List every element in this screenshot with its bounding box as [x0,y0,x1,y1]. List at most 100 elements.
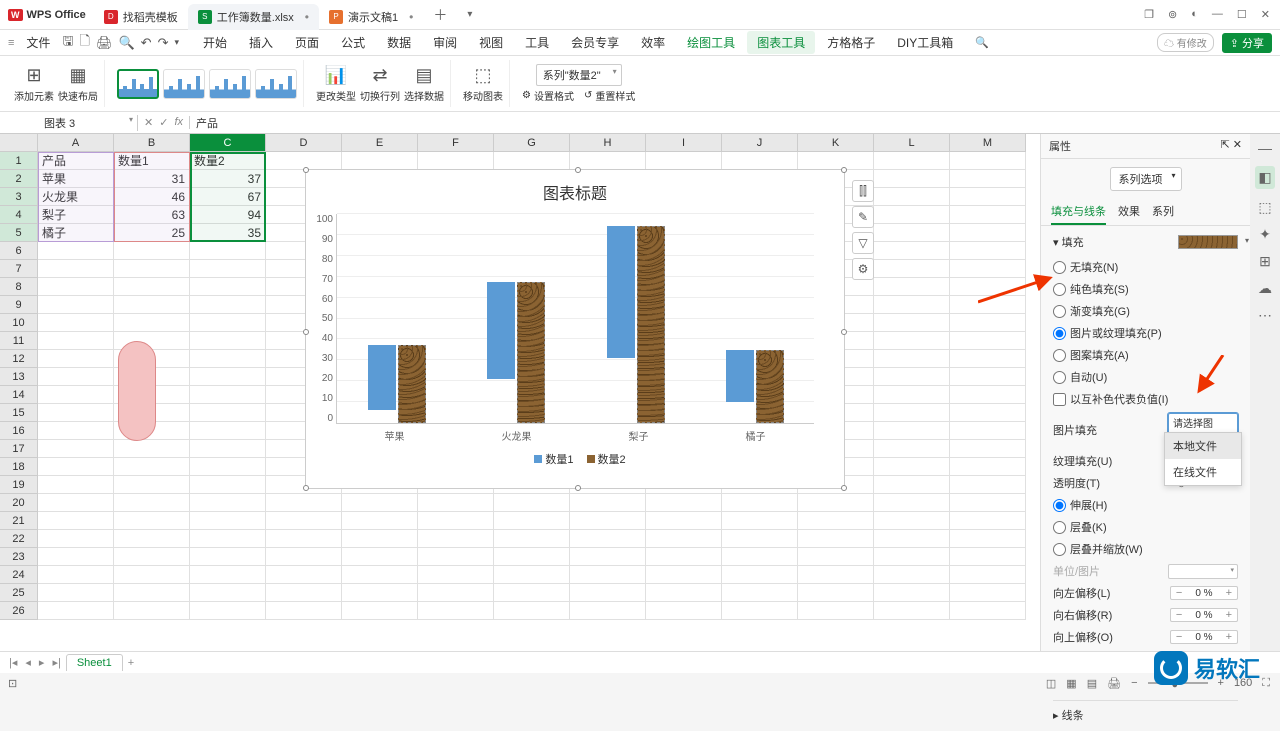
tab-series[interactable]: 系列 [1152,199,1174,225]
resize-handle[interactable] [841,485,847,491]
select-icon[interactable]: ⬚ [1258,199,1271,216]
cell[interactable] [950,494,1026,512]
cell[interactable] [874,314,950,332]
view-mode-icon[interactable]: ▤ [1087,677,1097,690]
cell[interactable] [190,458,266,476]
cell[interactable] [38,350,114,368]
cell[interactable] [646,548,722,566]
window-maximize-icon[interactable]: ☐ [1237,8,1247,21]
chart-style-preview[interactable] [255,69,297,99]
fill-gradient[interactable]: 渐变填充(G) [1053,300,1238,322]
cell[interactable] [114,584,190,602]
status-indicator-icon[interactable]: ⊡ [8,677,17,690]
cell[interactable] [190,314,266,332]
qat-new-icon[interactable]: 🗋 [80,32,90,54]
data-cell[interactable]: 35 [190,224,266,242]
menu-1[interactable]: 插入 [239,31,283,54]
chart-filter-icon[interactable]: ▽ [852,232,874,254]
cell[interactable] [950,278,1026,296]
row-header[interactable]: 1 [0,152,38,170]
cell[interactable] [494,152,570,170]
row-header[interactable]: 3 [0,188,38,206]
cell[interactable] [950,458,1026,476]
chart-object[interactable]: 图表标题 0102030405060708090100 苹果火龙果梨子橘子 数量… [305,169,845,489]
cell[interactable] [38,566,114,584]
column-header[interactable]: H [570,134,646,152]
cell[interactable] [950,548,1026,566]
cell[interactable] [874,458,950,476]
cell[interactable] [190,566,266,584]
cell[interactable] [950,170,1026,188]
cell[interactable] [266,530,342,548]
column-header[interactable]: K [798,134,874,152]
cell[interactable] [874,566,950,584]
menu-9[interactable]: 效率 [631,31,675,54]
menu-11[interactable]: 图表工具 [747,31,815,54]
cell[interactable] [570,152,646,170]
cell[interactable] [418,584,494,602]
cell[interactable] [114,512,190,530]
column-header[interactable]: E [342,134,418,152]
cell[interactable] [874,530,950,548]
change-type-button[interactable]: 📊更改类型 [316,65,356,103]
row-header[interactable]: 15 [0,404,38,422]
menu-12[interactable]: 方格格子 [817,31,885,54]
window-minimize-icon[interactable]: — [1212,8,1223,21]
cell[interactable] [342,602,418,620]
row-header[interactable]: 24 [0,566,38,584]
row-header[interactable]: 6 [0,242,38,260]
qat-undo-icon[interactable]: ↶ [141,35,152,51]
cell[interactable] [38,422,114,440]
stretch-option[interactable]: 伸展(H) [1053,494,1238,516]
cell[interactable] [190,548,266,566]
cell[interactable] [950,566,1026,584]
chart-plot-area[interactable]: 0102030405060708090100 [336,214,814,424]
style-icon[interactable]: ◧ [1255,166,1274,189]
sheet-nav-next[interactable]: ▸ [36,656,48,669]
grid-icon[interactable]: ⊞ [1259,253,1271,270]
cell[interactable] [646,494,722,512]
cell[interactable] [874,476,950,494]
cell[interactable] [190,422,266,440]
cell[interactable] [266,566,342,584]
offset-right-spinner[interactable]: −0 %+ [1170,608,1238,622]
cell[interactable] [798,512,874,530]
confirm-icon[interactable]: ✓ [159,116,168,129]
cell[interactable] [950,386,1026,404]
cell[interactable] [190,242,266,260]
cell[interactable] [266,548,342,566]
row-header[interactable]: 23 [0,548,38,566]
column-header[interactable]: G [494,134,570,152]
menu-4[interactable]: 数据 [377,31,421,54]
menu-3[interactable]: 公式 [331,31,375,54]
cell[interactable] [950,206,1026,224]
add-element-button[interactable]: ⊞ 添加元素 [14,65,54,103]
cell[interactable] [342,494,418,512]
cell[interactable] [38,260,114,278]
row-header[interactable]: 5 [0,224,38,242]
cell[interactable] [190,602,266,620]
row-header[interactable]: 18 [0,458,38,476]
cell[interactable] [114,314,190,332]
search-icon[interactable]: 🔍 [975,36,989,49]
qat-more-icon[interactable]: ▾ [174,37,179,48]
fill-pattern[interactable]: 图案填充(A) [1053,344,1238,366]
cell[interactable] [874,548,950,566]
menu-file[interactable]: 文件 [16,31,60,54]
chart-style-icon[interactable]: ✎ [852,206,874,228]
menu-7[interactable]: 工具 [515,31,559,54]
fill-solid[interactable]: 纯色填充(S) [1053,278,1238,300]
cell[interactable] [418,602,494,620]
row-header[interactable]: 2 [0,170,38,188]
cell[interactable] [874,584,950,602]
cell[interactable] [266,602,342,620]
cell[interactable] [114,530,190,548]
cell[interactable] [874,368,950,386]
select-all-corner[interactable] [0,134,38,152]
cell[interactable] [646,152,722,170]
tab-add-button[interactable]: ＋ [423,5,457,25]
chart-style-preview[interactable] [209,69,251,99]
cell[interactable] [38,296,114,314]
cell[interactable] [38,458,114,476]
window-close-icon[interactable]: ✕ [1261,8,1270,21]
